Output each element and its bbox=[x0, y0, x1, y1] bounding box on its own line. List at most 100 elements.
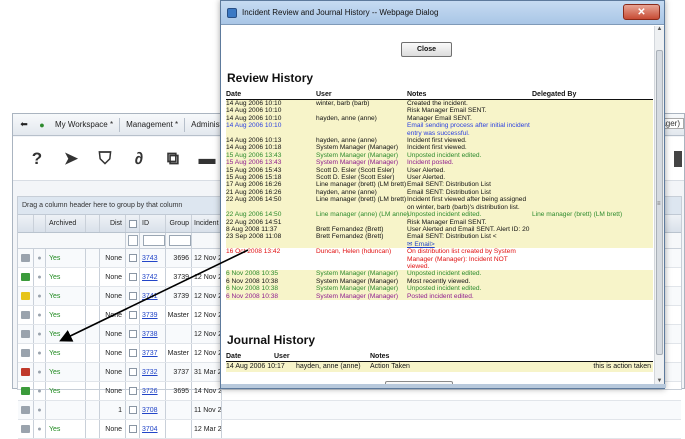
cell-id-link[interactable]: 3743 bbox=[140, 249, 166, 267]
cell-spacer bbox=[86, 306, 100, 324]
cell-date: 12 Nov 2 bbox=[192, 268, 222, 286]
row-dot-icon: ● bbox=[34, 268, 46, 286]
table-row[interactable]: ● 1 3708 11 Nov 2 bbox=[18, 401, 681, 420]
refresh-icon[interactable]: ● bbox=[35, 118, 49, 132]
cell-id-link[interactable]: 3739 bbox=[140, 306, 166, 324]
cell-id-link[interactable]: 3732 bbox=[140, 363, 166, 381]
review-cell-user: Line manager (brett) (LM brett) bbox=[316, 181, 407, 189]
cell-date: 12 Nov 2 bbox=[192, 344, 222, 362]
review-cell-notes: User Alerted and Email SENT. Alert ID: 2… bbox=[407, 225, 530, 233]
row-checkbox[interactable] bbox=[126, 268, 140, 286]
row-checkbox[interactable] bbox=[126, 363, 140, 381]
row-checkbox[interactable] bbox=[126, 344, 140, 362]
cell-id-link[interactable]: 3742 bbox=[140, 268, 166, 286]
cell-id-link[interactable]: 3726 bbox=[140, 382, 166, 400]
review-row: 21 Aug 2006 16:26 hayden, anne (anne) Emai… bbox=[226, 188, 653, 197]
review-cell-date: 22 Aug 2006 14:50 bbox=[226, 196, 282, 204]
header-id[interactable]: ID bbox=[140, 215, 166, 232]
attach-icon[interactable]: ∂ bbox=[129, 148, 149, 170]
review-cell-notes: Most recently viewed. bbox=[407, 277, 471, 285]
filter-dist[interactable] bbox=[126, 233, 140, 248]
review-cell-user: Line manager (anne) (LM anne) bbox=[316, 211, 410, 219]
review-cell-delegated bbox=[532, 248, 653, 270]
row-checkbox[interactable] bbox=[126, 306, 140, 324]
row-checkbox[interactable] bbox=[126, 420, 140, 438]
cell-id-link[interactable]: 3708 bbox=[140, 401, 166, 419]
journal-history-table: Date User Notes 14 Aug 2006 10:17 hayden,… bbox=[226, 352, 653, 372]
email-link[interactable]: ✉ Email> bbox=[407, 241, 435, 248]
header-archived[interactable]: Archived bbox=[46, 215, 86, 232]
review-cell-date: 14 Aug 2006 10:18 bbox=[226, 144, 282, 152]
select-all-checkbox[interactable] bbox=[128, 219, 137, 228]
review-cell-date: 6 Nov 2008 10:35 bbox=[226, 270, 279, 278]
cell-archived: Yes bbox=[46, 382, 86, 400]
journal-row: 14 Aug 2006 10:17 hayden, anne (anne) Acti… bbox=[226, 362, 653, 372]
row-checkbox[interactable] bbox=[126, 401, 140, 419]
journal-cell-notes: Action Taken bbox=[370, 363, 410, 370]
archive-icon[interactable]: ▬ bbox=[197, 148, 217, 170]
scroll-up-icon[interactable]: ▲ bbox=[655, 26, 664, 36]
review-cell-delegated bbox=[532, 107, 653, 114]
row-dot-icon: ● bbox=[34, 420, 46, 438]
cell-id-link[interactable]: 3738 bbox=[140, 325, 166, 343]
review-row: 14 Aug 2006 10:10 Risk Manager Email SENT… bbox=[226, 107, 653, 115]
review-cell-user: hayden, anne (anne) bbox=[316, 188, 377, 196]
back-arrow-icon[interactable]: ⬅ bbox=[17, 118, 31, 132]
dialog-scrollbar[interactable]: ▲ ≡ ▼ bbox=[654, 26, 664, 388]
review-cell-notes: Manager Email SENT. bbox=[407, 114, 472, 122]
journal-cell-date: 14 Aug 2006 10:17 bbox=[226, 363, 285, 370]
table-row[interactable]: ● Yes None 3704 12 Mar 2 bbox=[18, 420, 681, 439]
review-cell-notes: Email SENT: Distribution List < ✉ Email> bbox=[407, 233, 497, 248]
filter-dist-box[interactable] bbox=[127, 235, 138, 246]
send-icon[interactable]: ➤ bbox=[61, 148, 81, 170]
nav-my-workspace[interactable]: My Workspace * bbox=[49, 117, 121, 132]
cell-spacer bbox=[86, 420, 100, 438]
filter-date[interactable] bbox=[192, 233, 222, 248]
window-close-button[interactable]: ✕ bbox=[623, 4, 660, 20]
row-checkbox[interactable] bbox=[126, 287, 140, 305]
cell-date: 12 Mar 2 bbox=[192, 420, 222, 438]
cell-id-link[interactable]: 3737 bbox=[140, 344, 166, 362]
nav-management[interactable]: Management * bbox=[120, 117, 186, 132]
review-row: 23 Sep 2008 11:08 Brett Fernandez (Brett)… bbox=[226, 233, 653, 249]
status-icon bbox=[18, 325, 34, 343]
review-history-table: Date User Notes Delegated By 14 Aug 2006… bbox=[226, 90, 653, 300]
grid-header-icon bbox=[18, 215, 34, 232]
incident-review-dialog: Incident Review and Journal History -- W… bbox=[220, 0, 666, 389]
row-checkbox[interactable] bbox=[126, 249, 140, 267]
filter-group[interactable] bbox=[166, 233, 192, 248]
header-group[interactable]: Group bbox=[166, 215, 192, 232]
review-cell-delegated bbox=[532, 226, 653, 233]
dialog-title-bar[interactable]: Incident Review and Journal History -- W… bbox=[221, 1, 664, 25]
review-row: 15 Aug 2006 13:43 System Manager (Manager… bbox=[226, 159, 653, 167]
review-cell-user: System Manager (Manager) bbox=[316, 285, 399, 293]
bookmark-icon[interactable]: ⛉ bbox=[95, 148, 115, 170]
header-select-all[interactable] bbox=[126, 215, 140, 232]
row-checkbox[interactable] bbox=[126, 382, 140, 400]
link-icon[interactable]: ? bbox=[27, 148, 47, 170]
review-cell-notes: Risk Manager Email SENT. bbox=[407, 107, 487, 115]
filter-id-box[interactable] bbox=[143, 235, 165, 246]
cell-spacer bbox=[86, 363, 100, 381]
copy-icon[interactable]: ⧉ bbox=[163, 148, 183, 170]
review-cell-user bbox=[316, 107, 407, 114]
cell-archived: Yes bbox=[46, 420, 86, 438]
status-icon bbox=[18, 363, 34, 381]
filter-group-box[interactable] bbox=[169, 235, 191, 246]
status-icon bbox=[18, 420, 34, 438]
header-incident-date[interactable]: Incident bbox=[192, 215, 222, 232]
close-button[interactable]: Close bbox=[401, 42, 452, 57]
review-cell-user: Brett Fernandez (Brett) bbox=[316, 225, 384, 233]
cell-date: 12 Nov 2 bbox=[192, 325, 222, 343]
filter-id[interactable] bbox=[140, 233, 166, 248]
col-delegated-by: Delegated By bbox=[532, 91, 577, 98]
row-dot-icon: ● bbox=[34, 363, 46, 381]
cell-id-link[interactable]: 3741 bbox=[140, 287, 166, 305]
row-checkbox[interactable] bbox=[126, 325, 140, 343]
header-dist[interactable]: Dist bbox=[100, 215, 126, 232]
cell-id-link[interactable]: 3704 bbox=[140, 420, 166, 438]
status-icon bbox=[18, 249, 34, 267]
cell-archived: Yes bbox=[46, 306, 86, 324]
review-cell-notes: Risk Manager Email SENT. bbox=[407, 218, 487, 226]
review-cell-notes: Unposted incident edited. bbox=[407, 270, 482, 278]
